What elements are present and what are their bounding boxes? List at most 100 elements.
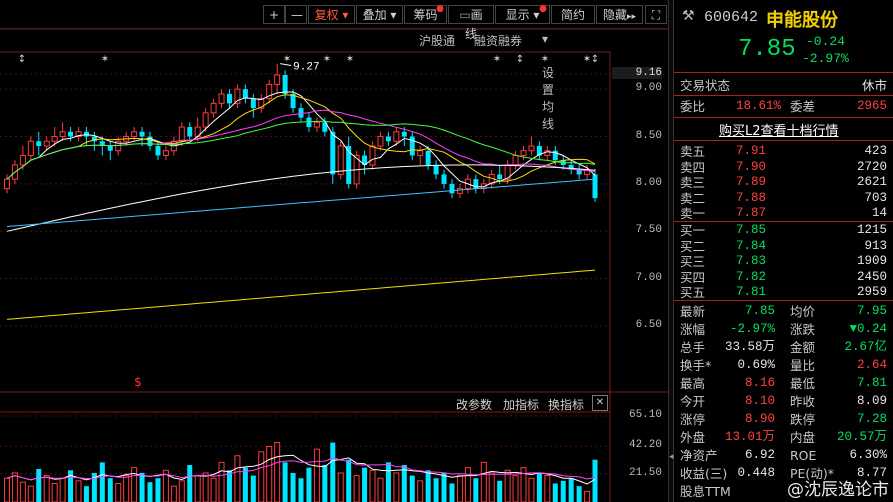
volume-bar <box>473 478 479 502</box>
bid-row: 买三 7.83 1909 <box>680 253 887 270</box>
volume-bar <box>266 446 273 502</box>
jianyue-button[interactable]: 简约 <box>551 5 595 24</box>
volume-bar <box>123 475 130 502</box>
ask-label: 卖四 <box>680 159 706 175</box>
candle-body <box>417 150 424 156</box>
volume-bar <box>337 472 344 502</box>
stat-label: 跌停 <box>790 412 816 427</box>
volume-bar <box>59 477 66 502</box>
candle-body <box>19 154 26 166</box>
volume-bar <box>425 470 431 502</box>
bid-row: 买五 7.81 2959 <box>680 284 887 301</box>
diejia-button[interactable]: 叠加 ▾ <box>356 5 403 24</box>
yincang-label: 隐藏 <box>602 8 627 22</box>
volume-bar <box>43 475 50 502</box>
volume-bar <box>512 475 519 502</box>
huaxian-button[interactable]: ▭画线 <box>448 5 494 41</box>
fullscreen-icon[interactable]: ⛶ <box>645 5 667 24</box>
ask-volume: 14 <box>871 206 887 220</box>
stats-row: 换手* 0.69% 量比 2.64 <box>680 357 887 374</box>
set-ma-button[interactable]: 设置均线 ▾ <box>542 32 554 131</box>
stat-value: 7.28 <box>856 412 887 426</box>
stat-value: 7.81 <box>856 376 887 390</box>
kline-chart[interactable]: 9.27↕ ✶ ✶ ✶ ✶ ✶ ↕ ✶ ✶ ↕$ <box>0 0 668 502</box>
stat-label: 涨幅 <box>680 322 706 337</box>
volume-bar <box>115 483 122 502</box>
volume-bar <box>560 480 566 502</box>
bid-row: 买二 7.84 913 <box>680 238 887 255</box>
collapse-arrow-icon[interactable]: ◂ <box>669 452 674 462</box>
stock-code: 600642 <box>704 9 759 26</box>
stock-name: 申能股份 <box>766 10 838 31</box>
stats-row: 外盘 13.01万 内盘 20.57万 <box>680 429 887 446</box>
stat-value: 7.85 <box>744 304 775 318</box>
stat-label: ROE <box>790 448 817 463</box>
stats-row: 最新 7.85 均价 7.95 <box>680 303 887 320</box>
divider <box>674 95 893 96</box>
stat-label: 今开 <box>680 394 706 409</box>
price-tick-label: 7.50 <box>635 224 662 237</box>
divider <box>674 117 893 118</box>
candle-body <box>155 146 161 156</box>
volume-bar <box>464 467 471 502</box>
volume-bar <box>552 483 558 502</box>
event-marker-icon: ✶ <box>283 54 291 65</box>
candle-body <box>449 183 455 194</box>
wrench-icon[interactable]: ⚒ <box>682 8 695 24</box>
candle-body <box>187 127 193 137</box>
jiazhibiao-button[interactable]: 加指标 <box>503 396 539 413</box>
volume-bar <box>258 451 265 502</box>
stats-row: 今开 8.10 昨收 8.09 <box>680 393 887 410</box>
status-value: 休市 <box>861 78 887 93</box>
candle-body <box>234 88 241 104</box>
candle-body <box>27 140 34 156</box>
price-tick-label: 6.50 <box>635 319 662 331</box>
hgt-link[interactable]: 沪股通 <box>419 32 455 49</box>
volume-bar <box>107 478 113 502</box>
bid-price: 7.84 <box>736 238 767 253</box>
volume-bar <box>19 481 26 502</box>
candle-body <box>43 140 50 147</box>
candle-body <box>377 136 384 147</box>
fuquan-button[interactable]: 复权 ▾ <box>308 5 355 24</box>
volume-bar <box>568 478 574 502</box>
bid-price: 7.85 <box>736 223 767 237</box>
stat-value: 8.90 <box>744 412 775 426</box>
volume-bar <box>401 465 407 502</box>
notify-dot-icon: ● <box>436 4 444 14</box>
gaicanshu-button[interactable]: 改参数 <box>456 396 492 413</box>
candle-body <box>131 131 138 138</box>
l2-link[interactable]: 购买L2查看十档行情 <box>719 120 839 139</box>
bid-volume: 2959 <box>856 285 887 299</box>
volume-bar <box>218 461 225 502</box>
stat-label: 金额 <box>790 340 816 355</box>
yincang-button[interactable]: 隐藏▸▸ <box>596 5 643 24</box>
volume-bar <box>417 480 424 502</box>
stat-value: 0.448 <box>737 466 775 480</box>
volume-bar <box>51 483 58 502</box>
volume-bar <box>504 469 511 502</box>
volume-bar <box>544 475 551 502</box>
ma120-line <box>6 178 596 227</box>
bid-label: 买五 <box>680 285 706 300</box>
candle-body <box>337 145 344 175</box>
xianshi-button[interactable]: 显示 ▾ ● <box>495 4 550 24</box>
quote-panel: ⚒ 600642 申能股份 7.85 -0.24 -2.97% 交易状态 休市 … <box>674 0 893 502</box>
candle-body <box>330 131 336 175</box>
huanzhibiao-button[interactable]: 换指标 <box>548 396 584 413</box>
status-row: 交易状态 休市 <box>680 77 887 94</box>
chart-area[interactable]: 9.27 ↕ ✶ ✶ ✶ ✶ ✶ ↕ ✶ ✶ ↕ $ + — 复权 ▾ 叠加 ▾ 筹码 ● ▭画线 显示… <box>0 0 668 502</box>
close-icon[interactable]: ✕ <box>592 395 608 411</box>
stats-row: 净资产 6.92 ROE 6.30% <box>680 447 887 464</box>
volume-bar <box>385 462 391 502</box>
rzrq-link[interactable]: 融资融券 <box>474 32 522 49</box>
zoom-in-button[interactable]: + <box>263 5 285 24</box>
weicha-value: 2965 <box>856 99 887 113</box>
ask-row: 卖一 7.87 14 <box>680 205 887 222</box>
zoom-out-button[interactable]: — <box>285 5 307 24</box>
volume-bar <box>27 485 34 502</box>
stock-change-pct: -2.97% <box>802 51 849 66</box>
volume-bar <box>282 462 288 502</box>
chouma-button[interactable]: 筹码 ● <box>404 4 447 24</box>
stat-label: 昨收 <box>790 394 816 409</box>
